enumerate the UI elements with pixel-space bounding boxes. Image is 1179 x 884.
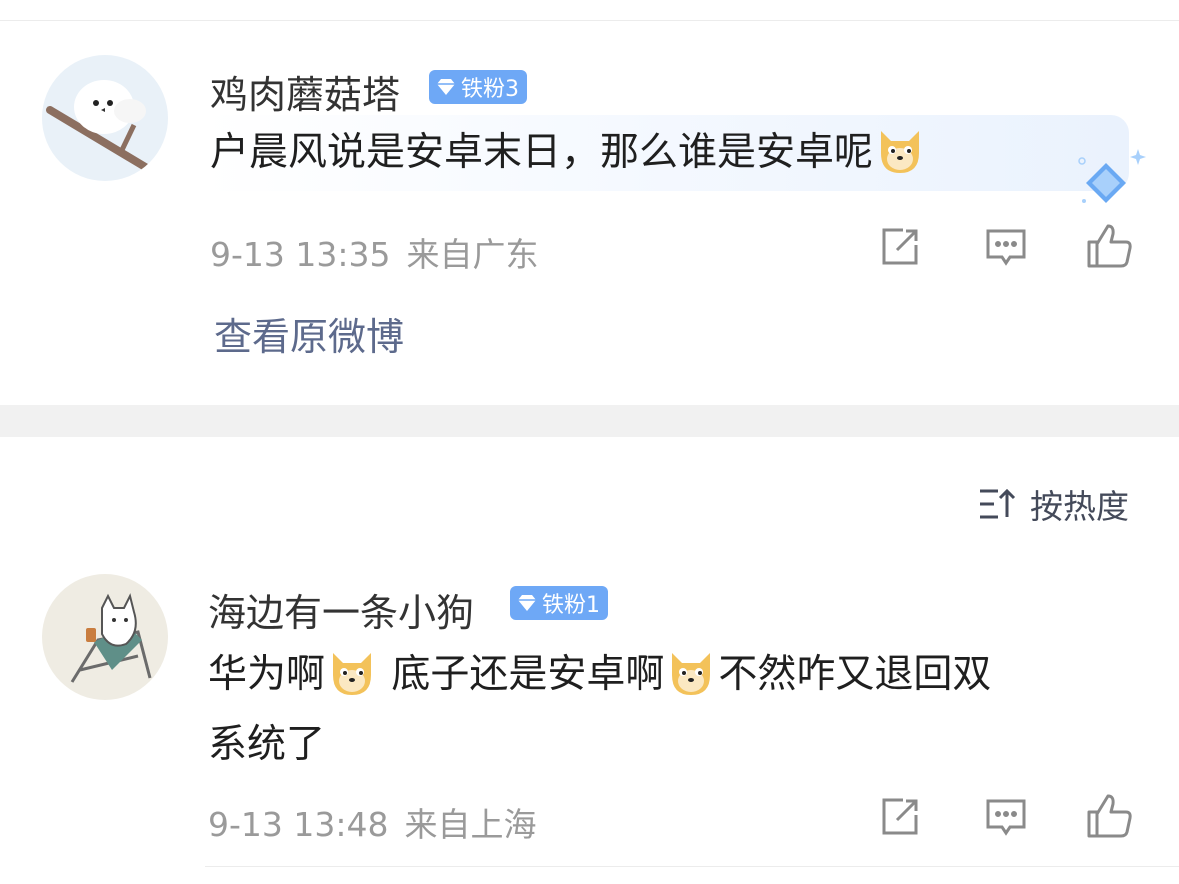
comment-text: 户晨风说是安卓末日，那么谁是安卓呢 — [210, 118, 927, 188]
comment-icon[interactable] — [984, 227, 1028, 269]
comment-text: 华为啊 底子还是安卓啊 不然咋又退回双 系统了 — [208, 640, 1128, 780]
badge-label: 铁粉3 — [461, 77, 519, 102]
sort-label: 按热度 — [1030, 487, 1129, 526]
fan-badge[interactable]: 铁粉1 — [510, 586, 608, 620]
username[interactable]: 海边有一条小狗 — [208, 582, 474, 637]
diamond-decoration-icon — [1070, 145, 1150, 214]
sort-control[interactable]: 按热度 — [978, 480, 1129, 528]
comment-location: 来自广东 — [406, 235, 539, 274]
comment-time: 9-13 13:35 — [210, 235, 391, 274]
sort-icon — [978, 487, 1016, 521]
view-original-link[interactable]: 查看原微博 — [214, 306, 404, 361]
bottom-divider — [205, 866, 1179, 867]
section-gap — [0, 405, 1179, 437]
badge-label: 铁粉1 — [542, 593, 600, 618]
like-icon[interactable] — [1086, 222, 1134, 270]
doge-emoji-icon — [325, 645, 379, 699]
comment-meta: 9-13 13:48 来自上海 — [208, 798, 537, 846]
comment-item: 鸡肉蘑菇塔 铁粉3 户晨风说是安卓末日，那么谁是安卓呢 9-13 13:35 来自… — [0, 0, 1179, 405]
comment-item: 海边有一条小狗 铁粉1 华为啊 底子还是安卓啊 不然咋又退回双 系统了 9-13 1… — [0, 560, 1179, 870]
avatar[interactable] — [42, 55, 168, 181]
diamond-gem-icon — [435, 77, 457, 97]
avatar[interactable] — [42, 574, 168, 700]
username[interactable]: 鸡肉蘑菇塔 — [210, 64, 400, 119]
doge-emoji-icon — [664, 645, 718, 699]
comment-location: 来自上海 — [404, 805, 537, 844]
repost-icon[interactable] — [879, 226, 921, 268]
comment-meta: 9-13 13:35 来自广东 — [210, 228, 539, 276]
repost-icon[interactable] — [879, 796, 921, 838]
fan-badge[interactable]: 铁粉3 — [429, 70, 527, 104]
like-icon[interactable] — [1086, 792, 1134, 840]
doge-emoji-icon — [873, 123, 927, 177]
comment-icon[interactable] — [984, 797, 1028, 839]
comment-time: 9-13 13:48 — [208, 805, 389, 844]
diamond-gem-icon — [516, 593, 538, 613]
